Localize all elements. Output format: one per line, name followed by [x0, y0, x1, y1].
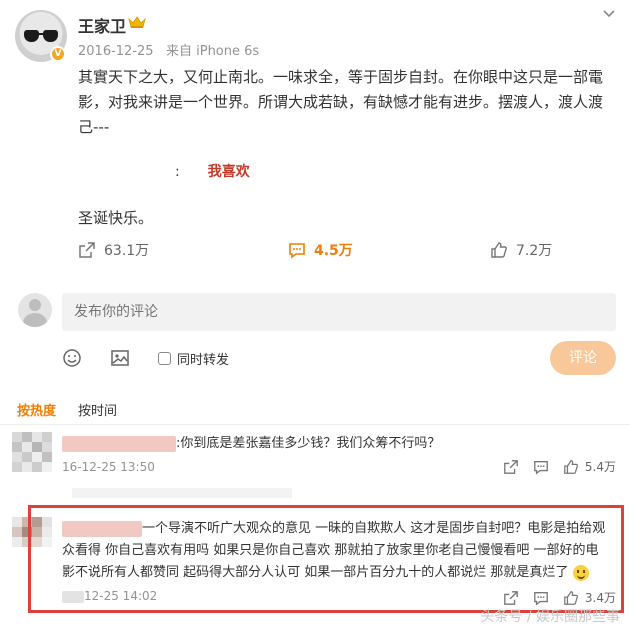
repost-icon [79, 242, 95, 258]
blurred-content [72, 488, 292, 498]
thumbs-up-icon [491, 242, 507, 258]
commenter-avatar[interactable] [12, 432, 52, 472]
image-icon[interactable] [110, 348, 130, 368]
comment-time: 16-12-25 13:50 [62, 460, 155, 474]
weibo-post: V 王家卫 2016-12-25 来自 iPhone 6s 其實天下之大，又何止… [0, 0, 630, 280]
repost-count: 63.1万 [104, 243, 150, 259]
highlight-box [28, 505, 624, 613]
video-label[interactable]: 我喜欢 [208, 164, 250, 180]
composer-tools: 同时转发 [62, 347, 229, 369]
sunglasses-icon [24, 30, 58, 42]
tab-sort-hot[interactable]: 按热度 [17, 400, 56, 419]
comment-actions: 5.4万 [503, 458, 616, 475]
comment-count: 4.5万 [314, 243, 353, 259]
repost-button[interactable]: 63.1万 [78, 240, 149, 260]
post-source: 来自 iPhone 6s [165, 44, 260, 59]
post-body: 其實天下之大，又何止南北。一味求全，等于固步自封。在你眼中这只是一部電影，对我来… [78, 68, 604, 136]
repost-checkbox-label: 同时转发 [177, 352, 230, 368]
comment-sort-tabs: 按热度 按时间 [17, 400, 117, 419]
comment-input[interactable] [62, 293, 616, 331]
comment-like-count: 5.4万 [584, 460, 616, 474]
emoji-icon[interactable] [62, 348, 82, 368]
video-separator: : [175, 164, 180, 180]
comment-item: :你到底是差张嘉佳多少钱？我们众筹不行吗？ 16-12-25 13:50 5.4… [0, 430, 630, 490]
checkbox[interactable] [158, 351, 171, 365]
comment-icon[interactable] [533, 459, 549, 475]
repost-checkbox[interactable]: 同时转发 [158, 349, 229, 368]
verified-badge-icon: V [50, 46, 66, 62]
comment-button[interactable]: 4.5万 [288, 240, 353, 260]
submit-comment-button[interactable]: 评论 [550, 341, 616, 375]
tab-sort-time[interactable]: 按时间 [78, 400, 117, 419]
author-name[interactable]: 王家卫 [78, 13, 126, 37]
post-date[interactable]: 2016-12-25 [78, 44, 154, 59]
comment-text: :你到底是差张嘉佳多少钱？我们众筹不行吗？ [62, 433, 602, 455]
thumbs-up-icon [564, 459, 578, 474]
post-body-footer: 圣诞快乐。 [78, 209, 154, 227]
comment-icon [289, 243, 305, 259]
video-link[interactable]: : 我喜欢 [175, 161, 250, 181]
comment-like-button[interactable]: 5.4万 [563, 458, 616, 475]
chevron-down-icon[interactable] [602, 6, 616, 20]
my-avatar [18, 293, 52, 327]
like-button[interactable]: 7.2万 [490, 240, 552, 260]
comment-composer: 同时转发 评论 [0, 285, 630, 380]
watermark: 头条号 / 娱乐圈那些事 [480, 609, 620, 625]
crown-icon [128, 16, 146, 28]
divider [0, 424, 630, 425]
post-meta: 2016-12-25 来自 iPhone 6s [78, 40, 259, 59]
commenter-name[interactable] [62, 435, 176, 452]
post-actions: 63.1万 4.5万 7.2万 [78, 240, 558, 264]
repost-icon[interactable] [503, 459, 519, 475]
like-count: 7.2万 [516, 243, 553, 259]
comment-body: 你到底是差张嘉佳多少钱？我们众筹不行吗？ [180, 436, 441, 451]
